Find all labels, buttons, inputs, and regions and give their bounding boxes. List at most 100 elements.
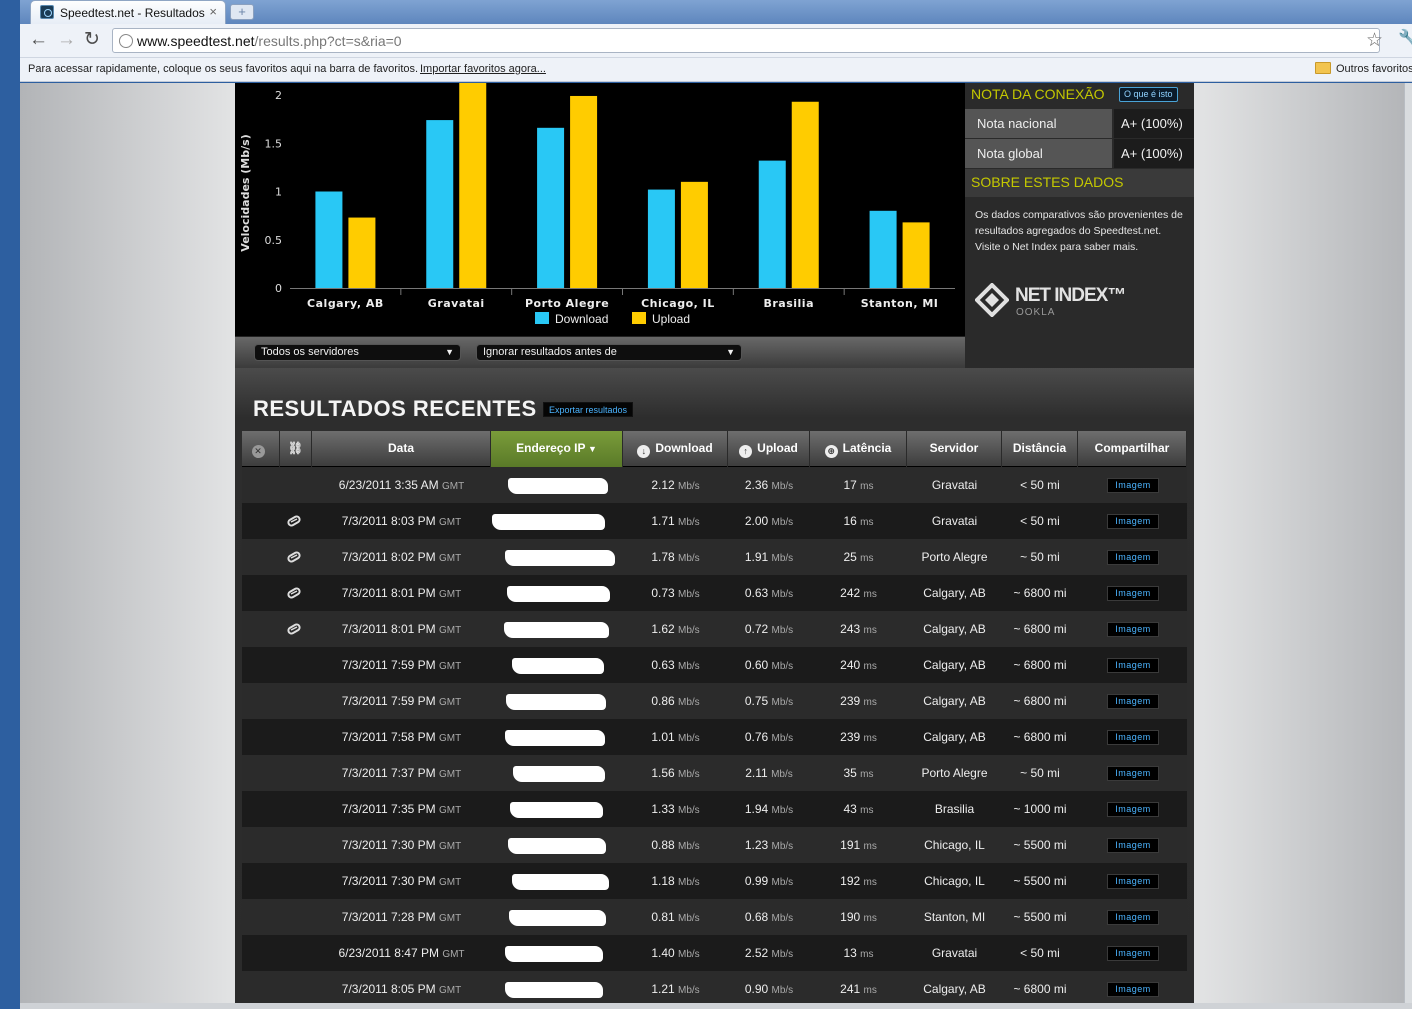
timezone-label: GMT (438, 805, 462, 816)
speed-unit: Mb/s (771, 877, 794, 888)
net-index-logo-icon[interactable] (975, 283, 1009, 317)
table-row: 7/3/2011 8:01 PM GMT 1.62 Mb/s 0.72 Mb/s 24… (242, 611, 1187, 647)
download-column-header[interactable]: ↓ Download (623, 431, 728, 467)
bar-download (315, 191, 343, 288)
distance-cell: < 50 mi (1020, 514, 1060, 528)
back-arrow-icon[interactable]: ← (29, 30, 48, 50)
timezone-label: GMT (438, 877, 462, 888)
share-image-button[interactable]: Imagem (1107, 730, 1159, 745)
reload-icon[interactable]: ↻ (84, 30, 100, 50)
share-image-button[interactable]: Imagem (1107, 874, 1159, 889)
download-value: 0.86 (651, 694, 679, 708)
upload-cell: 0.68 Mb/s (728, 899, 810, 935)
ip-column-header[interactable]: Endereço IP ▼ (491, 431, 623, 467)
date-value: 7/3/2011 7:59 PM (341, 694, 439, 708)
paperclip-icon[interactable] (287, 551, 301, 563)
upload-cell: 1.94 Mb/s (728, 791, 810, 827)
latency-unit: ms (860, 481, 874, 492)
date-cell: 6/23/2011 3:35 AM GMT (312, 467, 491, 503)
import-bookmarks-link[interactable]: Importar favoritos agora... (420, 63, 546, 75)
upload-value: 0.99 (744, 874, 772, 888)
latency-unit: ms (863, 625, 877, 636)
paperclip-icon[interactable] (287, 587, 301, 599)
share-image-button[interactable]: Imagem (1107, 550, 1159, 565)
table-row: 7/3/2011 8:01 PM GMT 0.73 Mb/s 0.63 Mb/s 24… (242, 575, 1187, 611)
server-cell: Calgary, AB (923, 982, 986, 996)
latency-value: 192 (840, 874, 864, 888)
x-tick-label: Gravatai (428, 297, 485, 310)
speed-unit: Mb/s (678, 553, 700, 564)
share-image-button[interactable]: Imagem (1107, 514, 1159, 529)
download-value: 0.81 (651, 910, 679, 924)
share-image-button[interactable]: Imagem (1107, 838, 1159, 853)
latency-cell: 243 ms (810, 611, 907, 647)
close-tab-icon[interactable]: × (209, 4, 217, 19)
server-column-header[interactable]: Servidor (907, 431, 1002, 467)
chevron-down-icon: ▼ (445, 347, 454, 357)
distance-cell: ~ 6800 mi (1013, 694, 1067, 708)
net-index-logo-text[interactable]: NET INDEX™ (1015, 285, 1126, 307)
date-filter-dropdown[interactable]: Ignorar resultados antes de ▼ (476, 344, 742, 361)
folder-icon (1315, 62, 1331, 74)
speed-unit: Mb/s (678, 733, 700, 744)
download-cell: 1.18 Mb/s (623, 863, 728, 899)
share-image-button[interactable]: Imagem (1107, 910, 1159, 925)
bookmark-star-icon[interactable]: ☆ (1366, 29, 1383, 52)
browser-tab[interactable]: Speedtest.net - Resultados × (30, 0, 226, 24)
bar-download (426, 120, 454, 288)
share-image-button[interactable]: Imagem (1107, 982, 1159, 997)
share-image-button[interactable]: Imagem (1107, 802, 1159, 817)
latency-value: 13 (843, 946, 861, 960)
download-value: 1.78 (651, 550, 679, 564)
new-tab-button[interactable]: + (230, 4, 254, 20)
what-is-this-button[interactable]: O que é isto (1119, 87, 1178, 102)
share-image-button[interactable]: Imagem (1107, 586, 1159, 601)
paperclip-icon[interactable] (287, 623, 301, 635)
upload-value: 0.60 (744, 658, 772, 672)
x-tick-label: Stanton, MI (861, 297, 939, 310)
share-image-button[interactable]: Imagem (1107, 766, 1159, 781)
results-table: ✕ ⛓ Data Endereço IP ▼ ↓ Download ↑ Upload… (242, 431, 1187, 1003)
speed-unit: Mb/s (678, 481, 700, 492)
server-filter-dropdown[interactable]: Todos os servidores ▼ (254, 344, 461, 361)
speed-unit: Mb/s (678, 697, 700, 708)
wrench-menu-icon[interactable]: 🔧 (1398, 29, 1412, 49)
delete-column-header[interactable]: ✕ (242, 431, 280, 467)
url-host: www.speedtest.net (137, 33, 255, 49)
forward-arrow-icon[interactable]: → (57, 30, 76, 50)
distance-cell: ~ 6800 mi (1013, 982, 1067, 996)
address-url: www.speedtest.net/results.php?ct=s&ria=0 (137, 33, 402, 49)
download-cell: 1.33 Mb/s (623, 791, 728, 827)
share-image-button[interactable]: Imagem (1107, 478, 1159, 493)
latency-cell: 16 ms (810, 503, 907, 539)
speed-bar-chart: 0 0.5 1 1.5 2 Velocidades (Mb/s) Calgary, AB Gr… (239, 83, 955, 326)
side-panel: NOTA DA CONEXÃO O que é isto Nota nacion… (965, 83, 1194, 368)
share-image-button[interactable]: Imagem (1107, 658, 1159, 673)
server-cell: Stanton, MI (923, 910, 986, 924)
about-header: SOBRE ESTES DADOS (965, 169, 1194, 197)
download-icon: ↓ (637, 445, 651, 458)
latency-unit: ms (860, 949, 874, 960)
date-column-header[interactable]: Data (312, 431, 491, 467)
address-bar[interactable]: www.speedtest.net/results.php?ct=s&ria=0 (112, 28, 1380, 53)
distance-column-header[interactable]: Distância (1002, 431, 1078, 467)
other-bookmarks-button[interactable]: Outros favoritos (1336, 63, 1412, 75)
latency-unit: ms (860, 517, 874, 528)
ookla-logo-text: OOKLA (1016, 307, 1056, 318)
download-value: 1.18 (651, 874, 679, 888)
attach-column-header[interactable]: ⛓ (280, 431, 312, 467)
share-column-header[interactable]: Compartilhar (1078, 431, 1187, 467)
latency-cell: 25 ms (810, 539, 907, 575)
paperclip-icon[interactable] (287, 515, 301, 527)
vertical-scrollbar[interactable] (1404, 83, 1412, 1003)
download-cell: 2.12 Mb/s (623, 467, 728, 503)
share-image-button[interactable]: Imagem (1107, 694, 1159, 709)
horizontal-scrollbar[interactable] (20, 1003, 1412, 1009)
y-tick-label: 1.5 (265, 137, 283, 150)
share-image-button[interactable]: Imagem (1107, 622, 1159, 637)
download-cell: 0.86 Mb/s (623, 683, 728, 719)
latency-column-header[interactable]: ⊕ Latência (810, 431, 907, 467)
share-image-button[interactable]: Imagem (1107, 946, 1159, 961)
upload-column-header[interactable]: ↑ Upload (728, 431, 810, 467)
export-results-button[interactable]: Exportar resultados (543, 402, 634, 417)
